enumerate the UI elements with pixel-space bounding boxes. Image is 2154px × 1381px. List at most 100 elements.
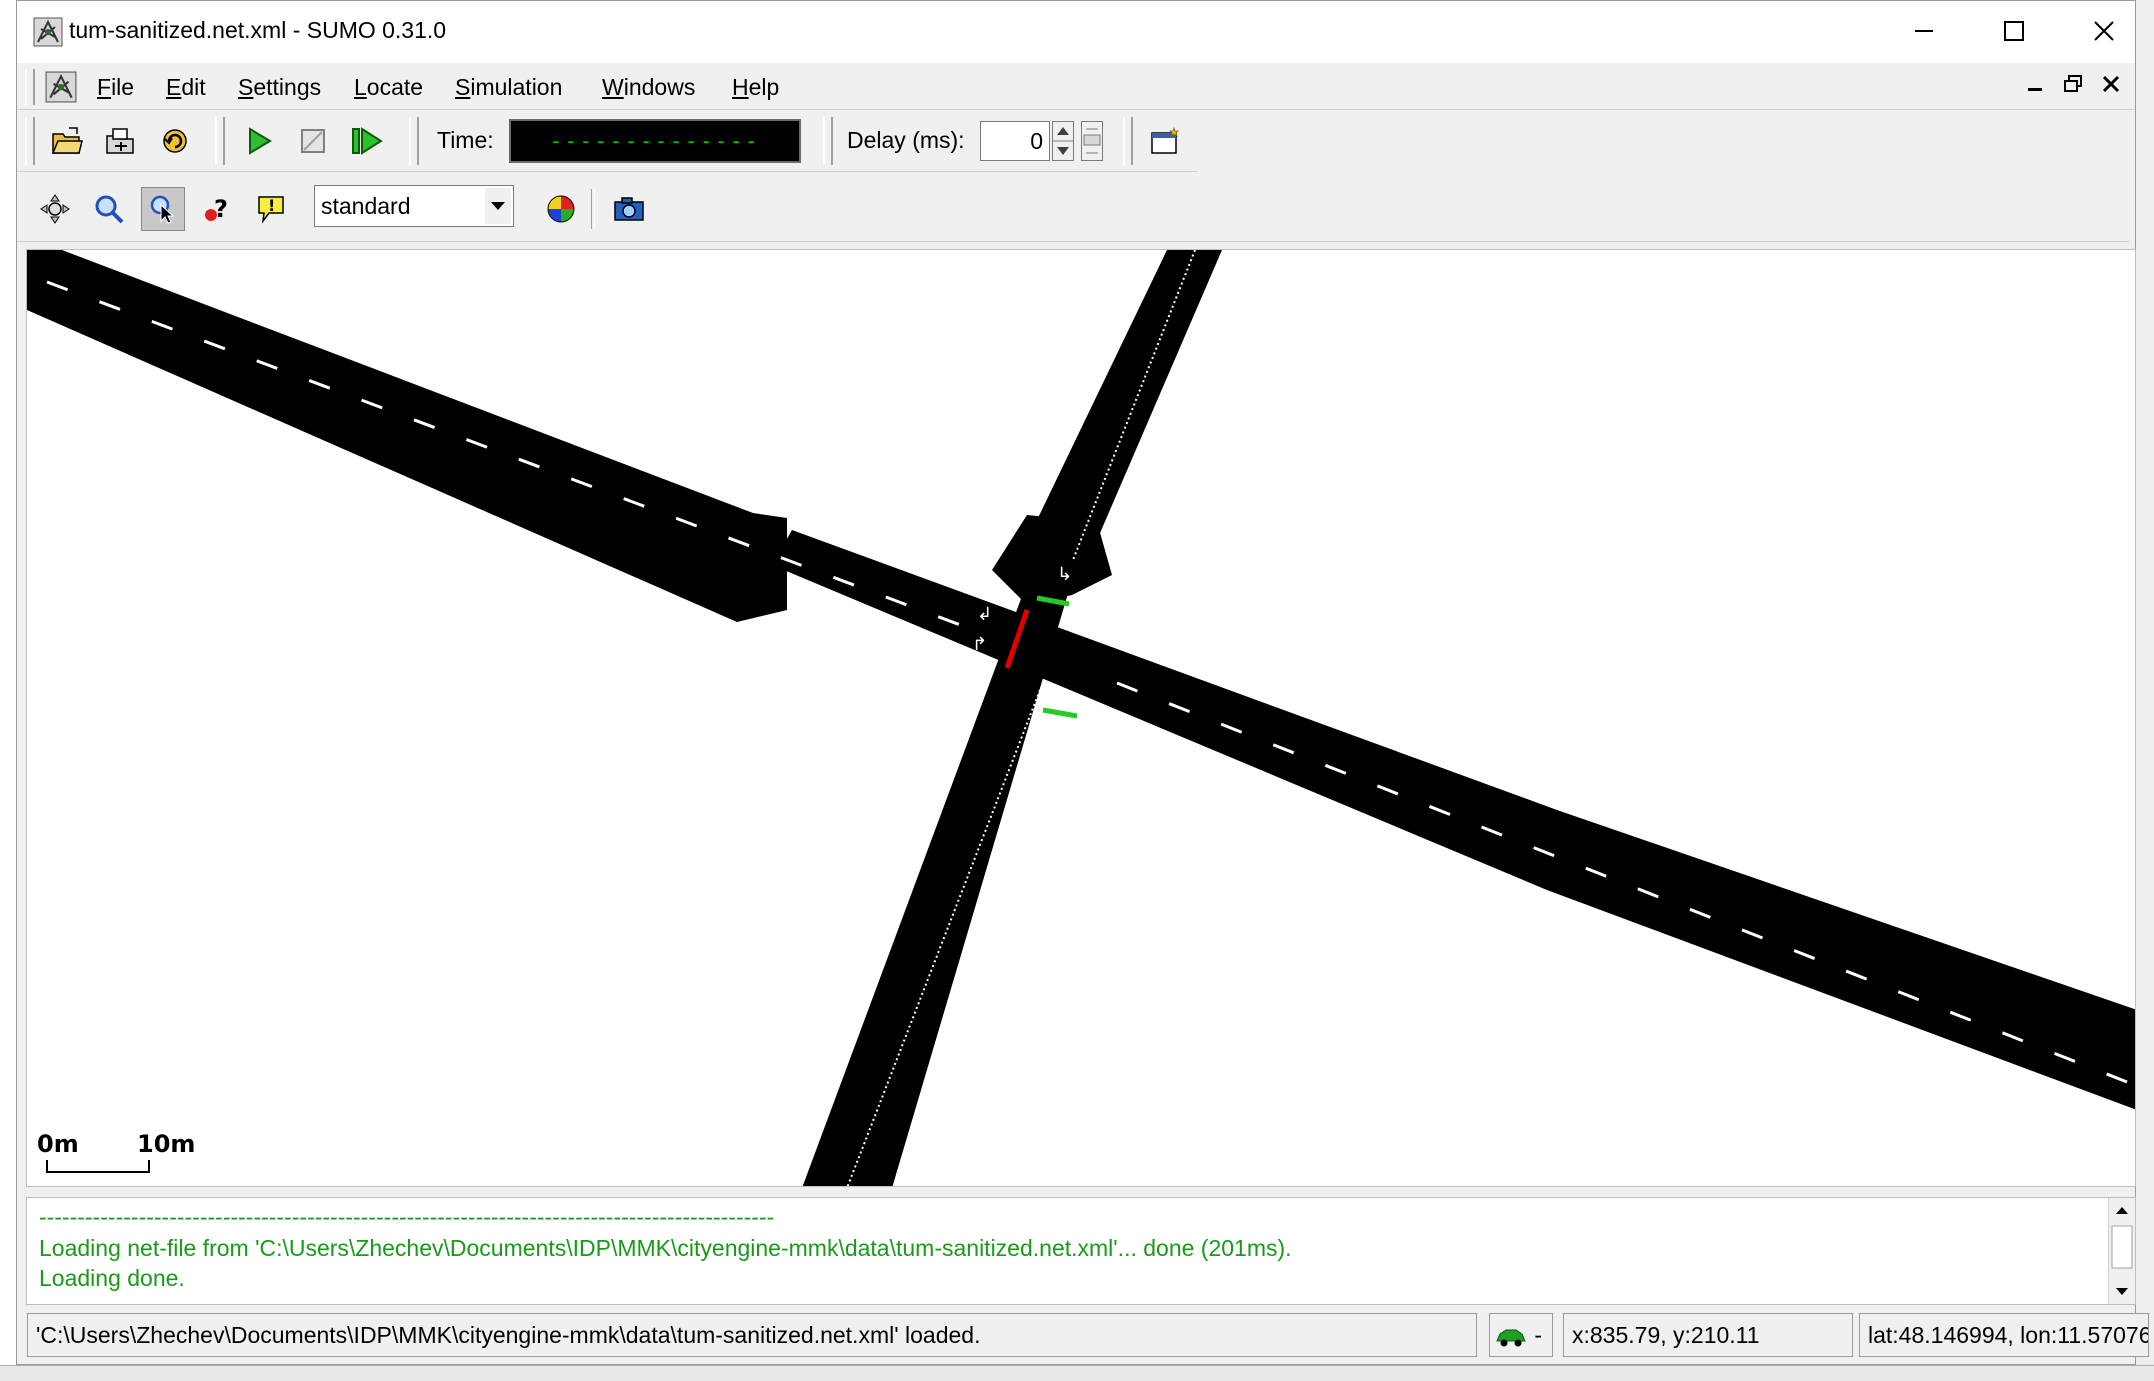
menu-windows[interactable]: Windows	[602, 74, 695, 101]
log-line: Loading done.	[39, 1265, 185, 1291]
svg-text:!: !	[268, 196, 275, 215]
color-scheme-value: standard	[321, 193, 411, 219]
close-icon	[2094, 21, 2114, 41]
delay-slider[interactable]	[1081, 121, 1103, 161]
delay-input[interactable]: 0	[980, 121, 1050, 161]
minimize-button[interactable]	[1879, 1, 1969, 61]
step-icon	[352, 127, 383, 155]
menu-bar: File Edit Settings Locate Simulation Win…	[17, 65, 2135, 110]
reload-icon	[163, 129, 187, 153]
network-view-canvas[interactable]: ↲ ↱ ↳ ↰ 0m 10m	[26, 249, 2136, 1187]
log-scrollbar[interactable]	[2108, 1198, 2135, 1304]
time-label: Time:	[437, 127, 494, 153]
cursor-coordinates: x:835.79, y:210.11	[1563, 1313, 1853, 1357]
vehicle-count-value: -	[1534, 1322, 1543, 1348]
toolbar-separator	[591, 189, 595, 229]
menu-simulation[interactable]: Simulation	[455, 74, 562, 101]
recenter-view-button[interactable]	[33, 187, 77, 231]
child-close-button[interactable]	[2097, 71, 2125, 97]
chevron-down-icon	[485, 188, 511, 224]
child-restore-button[interactable]	[2059, 71, 2087, 97]
menu-settings[interactable]: Settings	[238, 74, 321, 101]
step-simulation-button[interactable]	[345, 119, 389, 163]
menu-file[interactable]: File	[97, 74, 134, 101]
stop-icon	[301, 129, 325, 153]
road-segment-west[interactable]	[27, 250, 787, 622]
minimize-icon	[2028, 88, 2042, 91]
color-wheel-icon	[547, 195, 575, 223]
new-window-icon	[1151, 126, 1179, 154]
magnifier-icon	[95, 195, 124, 224]
view-toolbar: ? ! standard	[17, 177, 2129, 242]
stop-simulation-button[interactable]	[291, 119, 335, 163]
toolbar-grip[interactable]	[823, 117, 833, 165]
zoom-button[interactable]	[87, 187, 131, 231]
scale-start-label: 0m	[37, 1130, 79, 1158]
play-icon	[249, 127, 272, 155]
child-minimize-button[interactable]	[2021, 71, 2049, 97]
lane-arrow: ↰	[1037, 719, 1052, 740]
road-network: ↲ ↱ ↳ ↰	[27, 250, 2135, 1187]
status-bar: 'C:\Users\Zhechev\Documents\IDP\MMK\city…	[17, 1307, 2149, 1361]
junction[interactable]	[992, 515, 1112, 605]
log-line: Loading net-file from 'C:\Users\Zhechev\…	[39, 1235, 1292, 1261]
toolbar-grip[interactable]	[409, 117, 419, 165]
recenter-icon	[40, 194, 70, 224]
traffic-light-green-south[interactable]	[1042, 707, 1078, 719]
run-simulation-button[interactable]	[237, 119, 281, 163]
delay-label: Delay (ms):	[847, 127, 965, 153]
toolbar-grip[interactable]	[215, 117, 225, 165]
open-network-button[interactable]	[99, 119, 143, 163]
restore-icon	[2064, 75, 2082, 92]
reload-button[interactable]	[153, 119, 197, 163]
menu-locate[interactable]: Locate	[354, 74, 423, 101]
tooltip-button[interactable]: !	[249, 187, 293, 231]
desktop-background	[2135, 0, 2154, 1380]
geo-coordinates: lat:48.146994, lon:11.570764	[1859, 1313, 2149, 1357]
open-folder-icon	[51, 127, 83, 154]
minimize-icon	[1915, 30, 1933, 32]
car-icon	[1496, 1329, 1526, 1347]
lane-arrow: ↳	[1057, 564, 1072, 585]
maximize-icon	[2004, 21, 2024, 41]
sumo-app-icon	[33, 17, 63, 47]
road-segment-south[interactable]	[802, 580, 1072, 1187]
sumo-menu-icon[interactable]	[45, 71, 77, 103]
color-scheme-select[interactable]: standard	[314, 185, 514, 227]
close-icon	[2102, 75, 2120, 93]
message-log: ----------------------------------------…	[26, 1197, 2136, 1305]
lane-arrow: ↲	[977, 604, 992, 625]
log-line: ----------------------------------------…	[39, 1204, 775, 1230]
screenshot-button[interactable]	[607, 187, 651, 231]
desktop-background-bottom	[0, 1365, 2154, 1381]
scale-bar	[46, 1160, 150, 1173]
menu-edit[interactable]: Edit	[166, 74, 206, 101]
locate-button[interactable]	[141, 187, 185, 231]
svg-text:?: ?	[214, 195, 228, 223]
title-bar: tum-sanitized.net.xml - SUMO 0.31.0	[17, 1, 2135, 63]
menu-help[interactable]: Help	[732, 74, 779, 101]
open-simulation-button[interactable]	[45, 119, 89, 163]
new-view-button[interactable]	[1143, 119, 1187, 163]
locate-cursor-icon	[150, 195, 175, 224]
camera-icon	[614, 197, 644, 221]
road-segment-north[interactable]	[1037, 250, 1222, 548]
open-network-icon	[106, 128, 134, 154]
edit-coloring-button[interactable]	[539, 187, 583, 231]
vehicle-count-field: -	[1489, 1313, 1553, 1357]
delay-spinner[interactable]	[1052, 121, 1074, 161]
status-message: 'C:\Users\Zhechev\Documents\IDP\MMK\city…	[27, 1313, 1477, 1357]
scale-end-label: 10m	[137, 1130, 196, 1158]
close-button[interactable]	[2059, 1, 2149, 61]
time-display: --------------	[509, 119, 801, 163]
window-title: tum-sanitized.net.xml - SUMO 0.31.0	[69, 17, 447, 43]
lane-arrow: ↱	[972, 634, 987, 655]
toolbar-grip[interactable]	[25, 117, 35, 165]
simulation-toolbar: Time: -------------- Delay (ms): 0	[17, 111, 1197, 172]
help-pointer-icon: ?	[205, 195, 228, 223]
query-button[interactable]: ?	[195, 187, 239, 231]
toolbar-grip[interactable]	[1123, 117, 1133, 165]
menubar-grip[interactable]	[25, 69, 35, 105]
maximize-button[interactable]	[1969, 1, 2059, 61]
sumo-main-window: tum-sanitized.net.xml - SUMO 0.31.0 File…	[16, 0, 2149, 1365]
